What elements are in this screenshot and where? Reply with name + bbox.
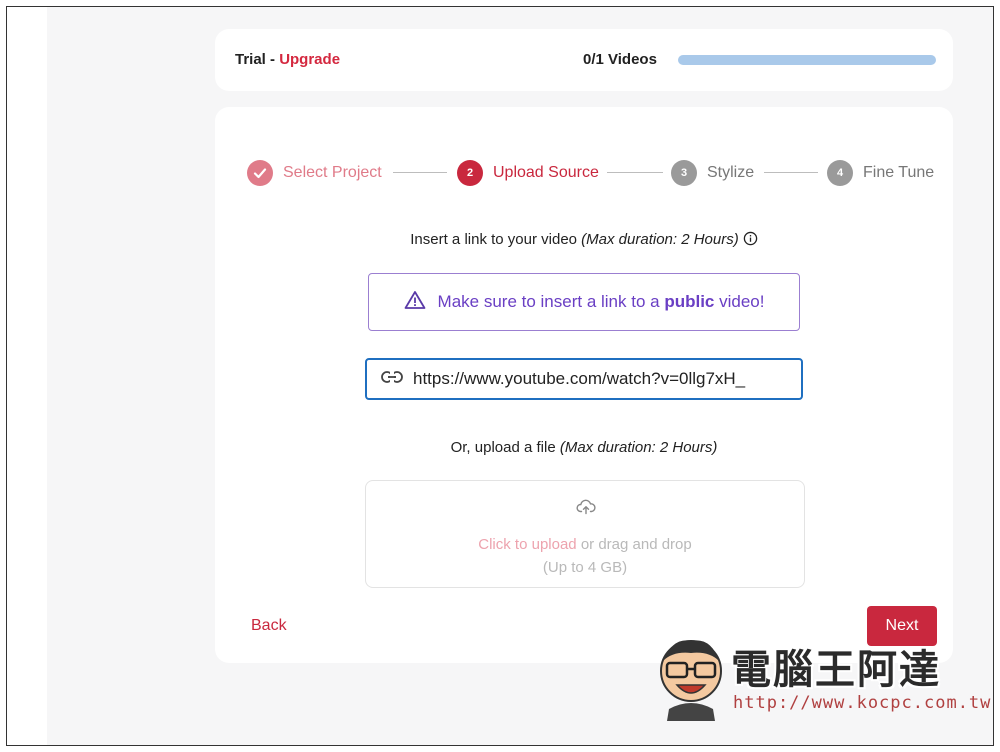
back-button[interactable]: Back <box>251 617 287 635</box>
watermark: 電腦王阿達 http://www.kocpc.com.tw <box>653 627 990 727</box>
watermark-title: 電腦王阿達 <box>731 647 941 693</box>
step-number: 3 <box>671 160 697 186</box>
stepper: Select Project 2 Upload Source 3 Stylize… <box>239 159 939 187</box>
plan-status: Trial - Upgrade <box>235 51 340 68</box>
warning-triangle-icon <box>404 290 426 315</box>
click-to-upload-link[interactable]: Click to upload <box>478 536 576 553</box>
video-url-field[interactable] <box>365 358 803 400</box>
upload-duration-note: (Max duration: 2 Hours) <box>559 439 718 456</box>
public-video-notice: Make sure to insert a link to a public v… <box>368 273 800 331</box>
file-dropzone[interactable]: Click to upload or drag and drop (Up to … <box>365 480 805 588</box>
cloud-upload-icon <box>576 499 596 520</box>
upload-card: Select Project 2 Upload Source 3 Stylize… <box>215 107 953 663</box>
video-usage-progress-bar <box>678 55 936 65</box>
plan-bar: Trial - Upgrade 0/1 Videos <box>215 29 953 91</box>
checkmark-icon <box>247 160 273 186</box>
plan-label: Trial - <box>235 51 280 68</box>
link-duration-note: (Max duration: 2 Hours) <box>581 231 739 248</box>
upload-prompt: Or, upload a file (Max duration: 2 Hours… <box>450 439 718 456</box>
step-number: 2 <box>457 160 483 186</box>
screenshot-frame: Trial - Upgrade 0/1 Videos Select Projec… <box>6 6 994 746</box>
mascot-logo <box>660 640 722 721</box>
watermark-url: http://www.kocpc.com.tw <box>733 693 992 713</box>
notice-text: Make sure to insert a link to a public v… <box>437 292 765 311</box>
video-usage-count: 0/1 Videos <box>583 51 657 68</box>
video-url-input[interactable] <box>413 369 801 389</box>
step-fine-tune[interactable]: 4 Fine Tune <box>827 159 934 187</box>
link-icon <box>381 370 403 389</box>
step-upload-source[interactable]: 2 Upload Source <box>457 159 599 187</box>
upgrade-link[interactable]: Upgrade <box>279 51 340 68</box>
step-connector <box>393 172 447 173</box>
step-connector <box>764 172 818 173</box>
step-label: Upload Source <box>493 164 599 181</box>
step-select-project[interactable]: Select Project <box>247 159 382 187</box>
step-number: 4 <box>827 160 853 186</box>
upload-size-limit: (Up to 4 GB) <box>542 559 628 576</box>
dropzone-instructions: Click to upload or drag and drop <box>478 536 692 553</box>
step-connector <box>607 172 663 173</box>
link-prompt: Insert a link to your video (Max duratio… <box>215 231 953 250</box>
step-label: Stylize <box>707 164 755 181</box>
step-label: Select Project <box>283 164 382 181</box>
info-icon[interactable] <box>743 231 758 250</box>
step-label: Fine Tune <box>863 164 935 181</box>
step-stylize[interactable]: 3 Stylize <box>671 159 754 187</box>
